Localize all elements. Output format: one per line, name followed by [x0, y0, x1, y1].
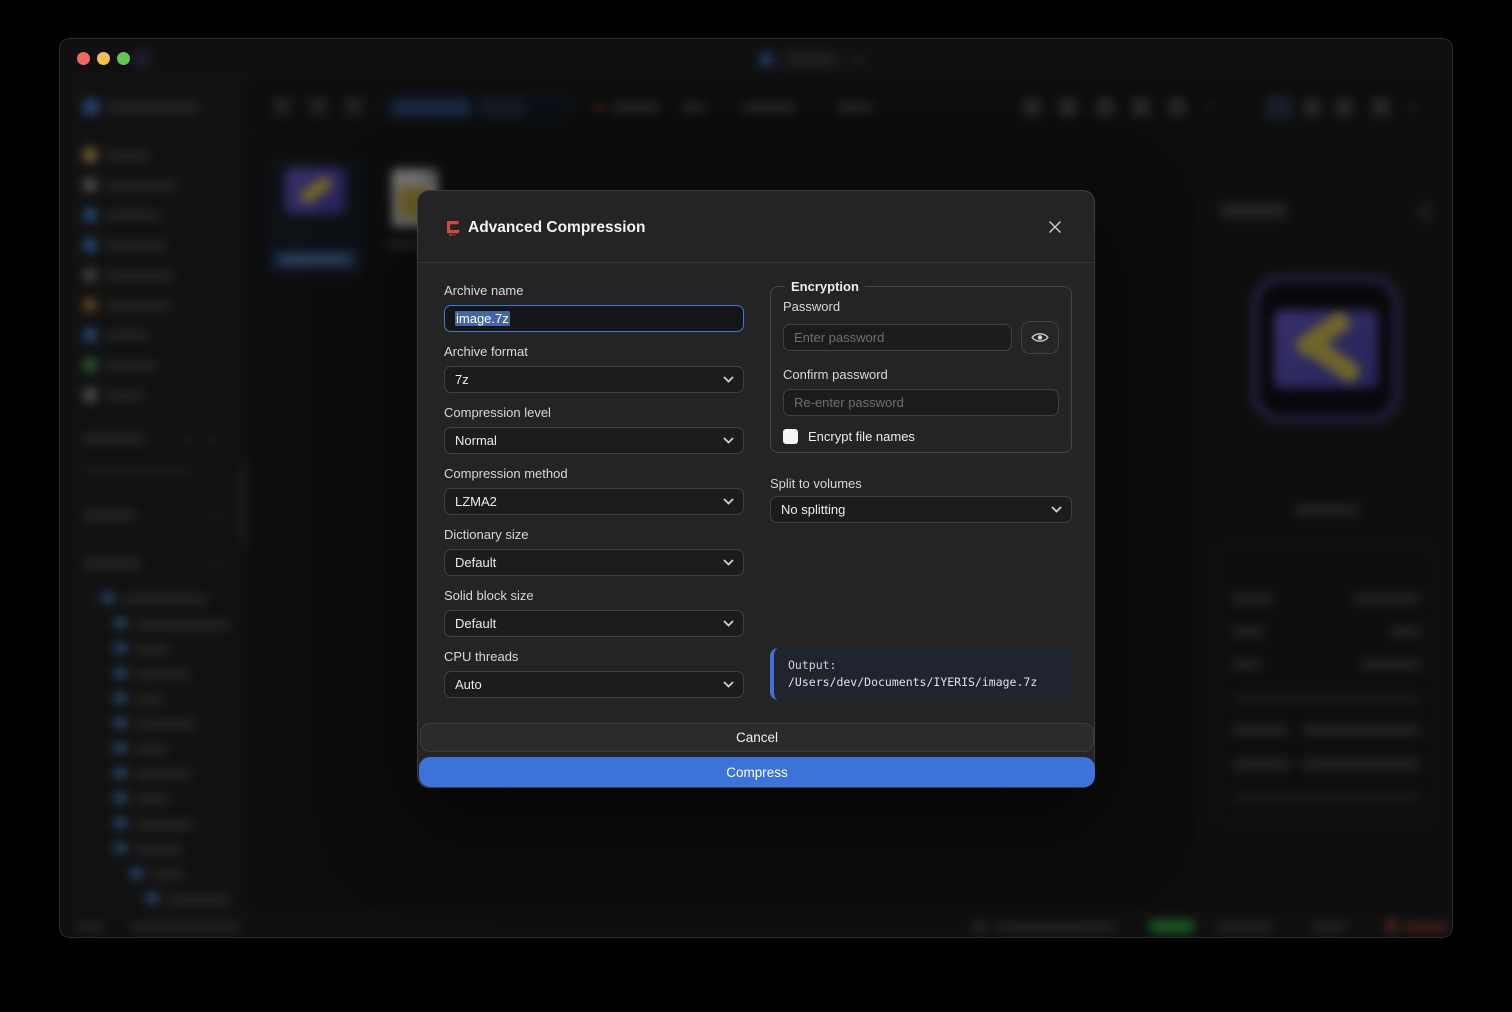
dictionary-size-select[interactable]: Default — [444, 549, 744, 576]
chevron-down-icon — [723, 498, 734, 505]
close-dialog-icon[interactable] — [1046, 218, 1064, 236]
eye-icon — [1031, 333, 1049, 342]
compression-method-select[interactable]: LZMA2 — [444, 488, 744, 515]
encrypt-file-names-label: Encrypt file names — [808, 429, 915, 444]
window-controls — [77, 52, 130, 65]
advanced-compression-dialog: Advanced Compression Archive name image.… — [417, 190, 1095, 788]
chevron-down-icon — [1051, 506, 1062, 513]
encrypt-file-names-checkbox[interactable] — [783, 429, 798, 444]
encryption-group: Encryption Password Confirm password Enc… — [770, 279, 1072, 453]
archive-format-select[interactable]: 7z — [444, 366, 744, 393]
encryption-legend: Encryption — [791, 279, 859, 294]
chevron-down-icon — [723, 681, 734, 688]
solid-block-size-label: Solid block size — [444, 588, 534, 603]
confirm-password-input[interactable] — [783, 389, 1059, 416]
dialog-header: Advanced Compression — [418, 191, 1094, 263]
archive-format-label: Archive format — [444, 344, 528, 359]
compression-method-label: Compression method — [444, 466, 568, 481]
confirm-password-label: Confirm password — [783, 367, 888, 382]
password-label: Password — [783, 299, 841, 314]
close-window-button[interactable] — [77, 52, 90, 65]
app-logo-icon — [447, 221, 460, 236]
toggle-password-visibility-button[interactable] — [1021, 321, 1059, 354]
chevron-down-icon — [723, 620, 734, 627]
chevron-down-icon — [723, 376, 734, 383]
split-to-volumes-label: Split to volumes — [770, 476, 862, 491]
chevron-down-icon — [723, 437, 734, 444]
output-path: /Users/dev/Documents/IYERIS/image.7z — [788, 675, 1038, 689]
output-path-box: Output: /Users/dev/Documents/IYERIS/imag… — [770, 648, 1072, 700]
archive-name-value: image.7z — [455, 311, 510, 326]
archive-name-label: Archive name — [444, 283, 524, 298]
dialog-title: Advanced Compression — [468, 219, 646, 236]
compress-button[interactable]: Compress — [419, 757, 1095, 787]
desktop: Advanced Compression Archive name image.… — [0, 0, 1512, 1012]
zoom-window-button[interactable] — [117, 52, 130, 65]
password-input[interactable] — [783, 324, 1012, 351]
compression-level-label: Compression level — [444, 405, 551, 420]
cpu-threads-label: CPU threads — [444, 649, 519, 664]
dictionary-size-label: Dictionary size — [444, 527, 529, 542]
split-to-volumes-select[interactable]: No splitting — [770, 496, 1072, 523]
output-label: Output: — [788, 658, 837, 672]
chevron-down-icon — [723, 559, 734, 566]
cpu-threads-select[interactable]: Auto — [444, 671, 744, 698]
solid-block-size-select[interactable]: Default — [444, 610, 744, 637]
cancel-button[interactable]: Cancel — [420, 723, 1094, 752]
archive-name-input[interactable]: image.7z — [444, 305, 744, 332]
compression-level-select[interactable]: Normal — [444, 427, 744, 454]
minimize-window-button[interactable] — [97, 52, 110, 65]
